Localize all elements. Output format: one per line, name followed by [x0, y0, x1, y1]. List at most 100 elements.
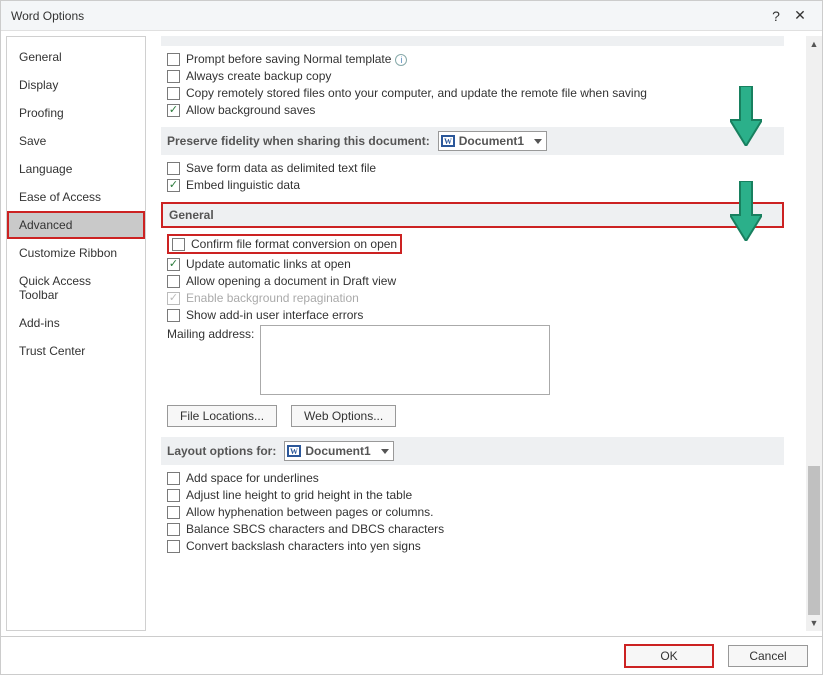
row-update-links: Update automatic links at open [167, 257, 784, 271]
sidebar-item-addins[interactable]: Add-ins [7, 309, 145, 337]
checkbox-adjust-line[interactable] [167, 489, 180, 502]
label-adjust-line: Adjust line height to grid height in the… [186, 488, 412, 502]
sidebar-item-customize-ribbon[interactable]: Customize Ribbon [7, 239, 145, 267]
row-balance-sbcs: Balance SBCS characters and DBCS charact… [167, 522, 784, 536]
scrollbar[interactable]: ▲ ▼ [806, 36, 822, 631]
ok-button[interactable]: OK [624, 644, 714, 668]
layout-doc-label: Document1 [305, 444, 370, 458]
label-prompt-saving: Prompt before saving Normal templatei [186, 52, 407, 66]
sidebar-item-proofing[interactable]: Proofing [7, 99, 145, 127]
word-options-dialog: Word Options ? ✕ General Display Proofin… [0, 0, 823, 675]
label-confirm-convert: Confirm file format conversion on open [191, 237, 397, 251]
general-header-text: General [169, 208, 214, 222]
sidebar-item-save[interactable]: Save [7, 127, 145, 155]
checkbox-add-space[interactable] [167, 472, 180, 485]
row-allow-hyphen: Allow hyphenation between pages or colum… [167, 505, 784, 519]
label-show-addin-errors: Show add-in user interface errors [186, 308, 363, 322]
highlight-confirm-convert: Confirm file format conversion on open [167, 234, 402, 254]
sidebar-item-qat[interactable]: Quick Access Toolbar [7, 267, 145, 309]
label-embed-ling: Embed linguistic data [186, 178, 300, 192]
checkbox-allow-bg-saves[interactable] [167, 104, 180, 117]
dialog-title: Word Options [11, 9, 764, 23]
checkbox-update-links[interactable] [167, 258, 180, 271]
row-show-addin-errors: Show add-in user interface errors [167, 308, 784, 322]
label-copy-remote: Copy remotely stored files onto your com… [186, 86, 647, 100]
sidebar-item-trust-center[interactable]: Trust Center [7, 337, 145, 365]
checkbox-balance-sbcs[interactable] [167, 523, 180, 536]
options-panel: Prompt before saving Normal templatei Al… [151, 31, 804, 636]
row-prompt-saving: Prompt before saving Normal templatei [167, 52, 784, 66]
label-allow-bg-saves: Allow background saves [186, 103, 315, 117]
svg-text:W: W [444, 137, 452, 146]
label-allow-hyphen: Allow hyphenation between pages or colum… [186, 505, 434, 519]
section-general: General [161, 202, 784, 228]
checkbox-prompt-saving[interactable] [167, 53, 180, 66]
caret-icon [381, 449, 389, 454]
fidelity-header-text: Preserve fidelity when sharing this docu… [167, 134, 430, 148]
help-button[interactable]: ? [764, 8, 788, 24]
fidelity-doc-select[interactable]: W Document1 [438, 131, 547, 151]
footer: OK Cancel [1, 636, 822, 674]
checkbox-confirm-convert[interactable] [172, 238, 185, 251]
content: Prompt before saving Normal templatei Al… [151, 31, 822, 636]
file-locations-button[interactable]: File Locations... [167, 405, 277, 427]
web-options-button[interactable]: Web Options... [291, 405, 396, 427]
checkbox-always-backup[interactable] [167, 70, 180, 83]
general-buttons: File Locations... Web Options... [167, 405, 784, 427]
svg-text:W: W [290, 447, 298, 456]
sidebar-item-advanced[interactable]: Advanced [7, 211, 145, 239]
row-mailing: Mailing address: [167, 325, 784, 395]
scroll-up-button[interactable]: ▲ [806, 36, 822, 52]
section-band [161, 36, 784, 46]
label-update-links: Update automatic links at open [186, 257, 351, 271]
close-button[interactable]: ✕ [788, 7, 812, 24]
checkbox-save-form-data[interactable] [167, 162, 180, 175]
checkbox-show-addin-errors[interactable] [167, 309, 180, 322]
caret-icon [534, 139, 542, 144]
label-always-backup: Always create backup copy [186, 69, 331, 83]
sidebar-item-language[interactable]: Language [7, 155, 145, 183]
scroll-down-button[interactable]: ▼ [806, 615, 822, 631]
row-embed-ling: Embed linguistic data [167, 178, 784, 192]
row-enable-repag: Enable background repagination [167, 291, 784, 305]
row-add-space: Add space for underlines [167, 471, 784, 485]
label-convert-backslash: Convert backslash characters into yen si… [186, 539, 421, 553]
checkbox-convert-backslash[interactable] [167, 540, 180, 553]
titlebar: Word Options ? ✕ [1, 1, 822, 31]
fidelity-doc-label: Document1 [459, 134, 524, 148]
checkbox-enable-repag [167, 292, 180, 305]
row-adjust-line: Adjust line height to grid height in the… [167, 488, 784, 502]
checkbox-embed-ling[interactable] [167, 179, 180, 192]
sidebar-item-ease[interactable]: Ease of Access [7, 183, 145, 211]
section-fidelity: Preserve fidelity when sharing this docu… [161, 127, 784, 155]
word-doc-icon: W [441, 134, 455, 148]
label-mailing: Mailing address: [167, 327, 254, 341]
checkbox-allow-draft[interactable] [167, 275, 180, 288]
row-always-backup: Always create backup copy [167, 69, 784, 83]
label-balance-sbcs: Balance SBCS characters and DBCS charact… [186, 522, 444, 536]
row-convert-backslash: Convert backslash characters into yen si… [167, 539, 784, 553]
info-icon[interactable]: i [395, 54, 407, 66]
scroll-thumb[interactable] [808, 466, 820, 626]
row-confirm-convert: Confirm file format conversion on open [167, 234, 784, 254]
mailing-address-textarea[interactable] [260, 325, 550, 395]
dialog-body: General Display Proofing Save Language E… [1, 31, 822, 636]
layout-header-text: Layout options for: [167, 444, 276, 458]
layout-doc-select[interactable]: W Document1 [284, 441, 393, 461]
section-layout: Layout options for: W Document1 [161, 437, 784, 465]
sidebar-item-general[interactable]: General [7, 43, 145, 71]
sidebar-item-display[interactable]: Display [7, 71, 145, 99]
row-allow-draft: Allow opening a document in Draft view [167, 274, 784, 288]
cancel-button[interactable]: Cancel [728, 645, 808, 667]
label-save-form-data: Save form data as delimited text file [186, 161, 376, 175]
row-allow-bg-saves: Allow background saves [167, 103, 784, 117]
word-doc-icon: W [287, 444, 301, 458]
label-allow-draft: Allow opening a document in Draft view [186, 274, 396, 288]
sidebar: General Display Proofing Save Language E… [6, 36, 146, 631]
label-enable-repag: Enable background repagination [186, 291, 359, 305]
row-save-form-data: Save form data as delimited text file [167, 161, 784, 175]
row-copy-remote: Copy remotely stored files onto your com… [167, 86, 784, 100]
checkbox-allow-hyphen[interactable] [167, 506, 180, 519]
checkbox-copy-remote[interactable] [167, 87, 180, 100]
label-add-space: Add space for underlines [186, 471, 319, 485]
